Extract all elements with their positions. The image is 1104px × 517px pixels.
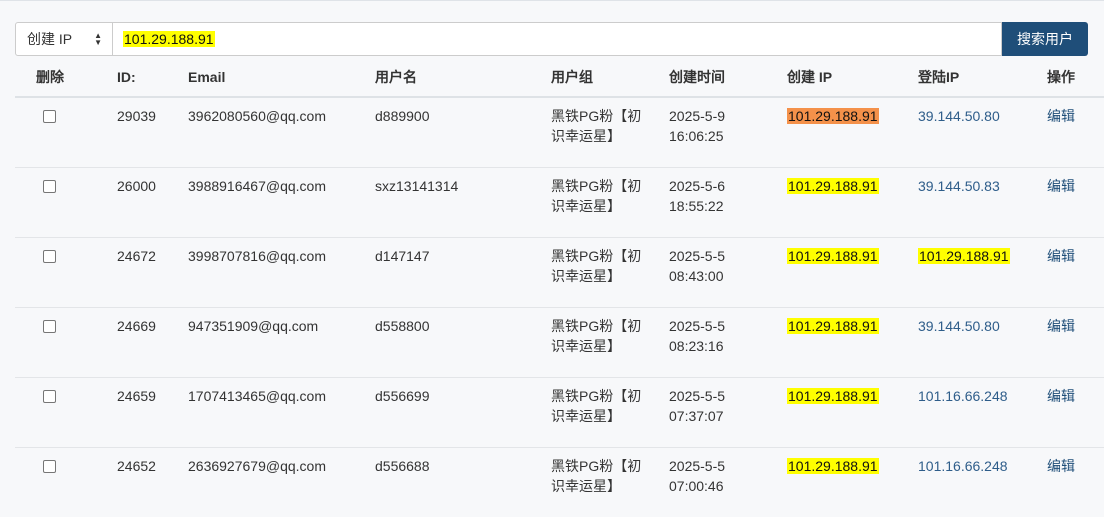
search-field-select[interactable]: 创建 IP ▲▼: [15, 22, 113, 56]
cell-email: 3998707816@qq.com: [188, 238, 375, 308]
col-header-group: 用户组: [551, 58, 669, 97]
cell-id: 24652: [117, 448, 188, 517]
cell-login-ip[interactable]: 39.144.50.80: [918, 318, 1000, 334]
cell-created-ip: 101.29.188.91: [787, 388, 879, 404]
search-query-text: 101.29.188.91: [123, 31, 215, 47]
cell-login-ip[interactable]: 101.16.66.248: [918, 388, 1008, 404]
cell-id: 24659: [117, 378, 188, 448]
search-bar: 创建 IP ▲▼ 101.29.188.91 搜索用户: [15, 22, 1088, 56]
cell-id: 29039: [117, 97, 188, 168]
cell-id: 26000: [117, 168, 188, 238]
edit-link[interactable]: 编辑: [1047, 178, 1075, 194]
cell-created-date: 2025-5-5: [669, 386, 787, 406]
cell-group: 黑铁PG粉【初识幸运星】: [551, 246, 651, 286]
cell-created-ip: 101.29.188.91: [787, 458, 879, 474]
top-border: [0, 0, 1104, 5]
edit-link[interactable]: 编辑: [1047, 458, 1075, 474]
cell-email: 3988916467@qq.com: [188, 168, 375, 238]
cell-id: 24672: [117, 238, 188, 308]
table-row: 29039 3962080560@qq.com d889900 黑铁PG粉【初识…: [15, 97, 1104, 168]
col-header-username: 用户名: [375, 58, 551, 97]
cell-email: 2636927679@qq.com: [188, 448, 375, 517]
col-header-login-ip: 登陆IP: [918, 58, 1047, 97]
table-row: 26000 3988916467@qq.com sxz13141314 黑铁PG…: [15, 168, 1104, 238]
select-updown-icon: ▲▼: [94, 32, 102, 46]
cell-created-time: 08:43:00: [669, 266, 787, 286]
cell-created-date: 2025-5-6: [669, 176, 787, 196]
cell-username: sxz13141314: [375, 168, 551, 238]
cell-created-ip: 101.29.188.91: [787, 248, 879, 264]
cell-email: 3962080560@qq.com: [188, 97, 375, 168]
edit-link[interactable]: 编辑: [1047, 108, 1075, 124]
search-input[interactable]: 101.29.188.91: [113, 22, 1002, 56]
cell-created-date: 2025-5-9: [669, 106, 787, 126]
cell-email: 947351909@qq.com: [188, 308, 375, 378]
cell-created-date: 2025-5-5: [669, 456, 787, 476]
search-users-button[interactable]: 搜索用户: [1002, 22, 1088, 56]
cell-username: d556688: [375, 448, 551, 517]
cell-login-ip[interactable]: 39.144.50.80: [918, 108, 1000, 124]
row-delete-checkbox[interactable]: [43, 320, 56, 333]
search-field-select-value: 创建 IP: [27, 29, 72, 49]
cell-username: d556699: [375, 378, 551, 448]
cell-username: d558800: [375, 308, 551, 378]
cell-created-ip: 101.29.188.91: [787, 108, 879, 124]
cell-username: d889900: [375, 97, 551, 168]
cell-created-ip: 101.29.188.91: [787, 318, 879, 334]
row-delete-checkbox[interactable]: [43, 390, 56, 403]
col-header-action: 操作: [1047, 58, 1104, 97]
cell-created-date: 2025-5-5: [669, 316, 787, 336]
edit-link[interactable]: 编辑: [1047, 248, 1075, 264]
row-delete-checkbox[interactable]: [43, 180, 56, 193]
cell-group: 黑铁PG粉【初识幸运星】: [551, 386, 651, 426]
col-header-created-ip: 创建 IP: [787, 58, 918, 97]
col-header-created-time: 创建时间: [669, 58, 787, 97]
col-header-delete: 删除: [15, 58, 117, 97]
cell-group: 黑铁PG粉【初识幸运星】: [551, 176, 651, 216]
cell-created-time: 16:06:25: [669, 126, 787, 146]
col-header-email: Email: [188, 58, 375, 97]
cell-group: 黑铁PG粉【初识幸运星】: [551, 456, 651, 496]
cell-email: 1707413465@qq.com: [188, 378, 375, 448]
table-header-row: 删除 ID: Email 用户名 用户组 创建时间 创建 IP 登陆IP 操作: [15, 58, 1104, 97]
edit-link[interactable]: 编辑: [1047, 318, 1075, 334]
cell-login-ip[interactable]: 101.16.66.248: [918, 458, 1008, 474]
col-header-id: ID:: [117, 58, 188, 97]
table-row: 24669 947351909@qq.com d558800 黑铁PG粉【初识幸…: [15, 308, 1104, 378]
edit-link[interactable]: 编辑: [1047, 388, 1075, 404]
cell-created-time: 07:00:46: [669, 476, 787, 496]
users-table: 删除 ID: Email 用户名 用户组 创建时间 创建 IP 登陆IP 操作 …: [15, 58, 1104, 517]
cell-login-ip[interactable]: 101.29.188.91: [918, 248, 1010, 264]
table-row: 24659 1707413465@qq.com d556699 黑铁PG粉【初识…: [15, 378, 1104, 448]
cell-login-ip[interactable]: 39.144.50.83: [918, 178, 1000, 194]
row-delete-checkbox[interactable]: [43, 110, 56, 123]
cell-created-time: 18:55:22: [669, 196, 787, 216]
cell-created-time: 07:37:07: [669, 406, 787, 426]
cell-username: d147147: [375, 238, 551, 308]
cell-id: 24669: [117, 308, 188, 378]
cell-group: 黑铁PG粉【初识幸运星】: [551, 316, 651, 356]
cell-group: 黑铁PG粉【初识幸运星】: [551, 106, 651, 146]
cell-created-ip: 101.29.188.91: [787, 178, 879, 194]
row-delete-checkbox[interactable]: [43, 250, 56, 263]
cell-created-date: 2025-5-5: [669, 246, 787, 266]
table-row: 24652 2636927679@qq.com d556688 黑铁PG粉【初识…: [15, 448, 1104, 517]
cell-created-time: 08:23:16: [669, 336, 787, 356]
row-delete-checkbox[interactable]: [43, 460, 56, 473]
table-row: 24672 3998707816@qq.com d147147 黑铁PG粉【初识…: [15, 238, 1104, 308]
